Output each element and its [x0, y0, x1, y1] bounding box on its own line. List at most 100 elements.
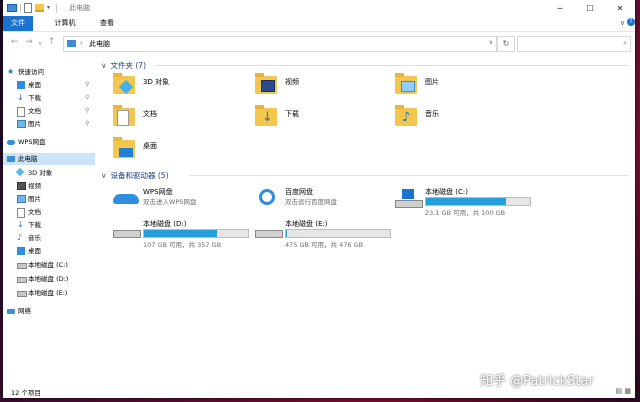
forward-arrow-icon[interactable]: →: [25, 37, 33, 47]
address-bar[interactable]: › 此电脑 ∨: [63, 36, 497, 52]
watermark: 知乎 @PatrickStar: [480, 374, 594, 389]
view-toggle-icons[interactable]: ▤ ▦: [616, 387, 631, 395]
capacity-bar: [425, 197, 531, 206]
sidebar-item[interactable]: ★ 快速访问: [7, 66, 93, 78]
drive-item[interactable]: 百度网盘 双击运行百度网盘: [245, 184, 385, 218]
expand-ribbon-icon[interactable]: ∨: [620, 19, 625, 27]
refresh-button[interactable]: ↻: [497, 36, 515, 52]
sidebar-item[interactable]: 图片 ⚲: [17, 118, 93, 130]
sidebar-item-label: 文档: [28, 208, 41, 216]
drive-item[interactable]: WPS网盘 双击进入WPS网盘: [103, 184, 243, 218]
sidebar-item[interactable]: 3D 对象: [15, 167, 93, 179]
drive-icon: [17, 291, 27, 297]
drive-icon: [113, 230, 141, 238]
sidebar-item[interactable]: WPS网盘: [7, 136, 93, 148]
folder-label: 视频: [285, 78, 299, 86]
sidebar-item[interactable]: 网络: [7, 305, 93, 317]
drive-item[interactable]: 本地磁盘 (C:) 23.1 GB 可用，共 100 GB: [385, 184, 531, 218]
sidebar-item[interactable]: 文档 ⚲: [17, 105, 93, 117]
maximize-button[interactable]: ☐: [575, 0, 605, 16]
folder-item[interactable]: 桌面: [103, 137, 243, 166]
recent-chevron-icon[interactable]: ∨: [38, 40, 42, 47]
folder-overlay-icon: [261, 80, 275, 92]
tab-view[interactable]: 查看: [95, 16, 119, 31]
folder-overlay-icon: [117, 110, 129, 126]
pin-icon[interactable]: ⚲: [85, 118, 89, 130]
folder-label: 音乐: [425, 110, 439, 118]
drive-item[interactable]: 本地磁盘 (E:) 475 GB 可用，共 476 GB: [245, 216, 391, 250]
devices-group-header[interactable]: ∨ 设备和驱动器 (5): [101, 170, 169, 181]
desktop-icon: [17, 247, 25, 255]
sidebar-item[interactable]: 本地磁盘 (E:): [17, 287, 93, 299]
folder-overlay-icon: [401, 81, 415, 92]
folder-item[interactable]: ↓ 下载: [245, 105, 385, 134]
chevron-down-icon[interactable]: ∨: [489, 39, 493, 46]
drive-icon: [17, 263, 27, 269]
network-icon: [7, 309, 15, 314]
new-folder-icon[interactable]: [35, 4, 44, 12]
sidebar-item[interactable]: 桌面 ⚲: [17, 79, 93, 91]
folders-group-header[interactable]: ∨ 文件夹 (7): [101, 60, 146, 71]
sidebar-item[interactable]: 本地磁盘 (C:): [17, 259, 93, 271]
search-input[interactable]: ⌕: [517, 36, 631, 52]
folder-overlay-icon: ↓: [262, 110, 273, 125]
folder-item[interactable]: 3D 对象: [103, 73, 243, 102]
folder-label: 文档: [143, 110, 157, 118]
group-title: 文件夹 (7): [110, 61, 147, 70]
folder-overlay-icon: [119, 148, 133, 157]
sidebar-item[interactable]: 文档: [17, 206, 93, 218]
pin-icon[interactable]: ⚲: [85, 79, 89, 91]
up-arrow-icon[interactable]: ↑: [48, 37, 56, 47]
sidebar-item[interactable]: ↓ 下载 ⚲: [17, 92, 93, 104]
properties-icon[interactable]: [24, 3, 32, 13]
sidebar-item[interactable]: 视频: [17, 180, 93, 192]
folder-item[interactable]: ♪ 音乐: [385, 105, 525, 134]
chevron-down-icon[interactable]: ▾: [47, 4, 53, 13]
document-icon: [17, 208, 25, 218]
computer-icon: [7, 156, 15, 162]
pin-icon[interactable]: ⚲: [85, 105, 89, 117]
folder-item[interactable]: 视频: [245, 73, 385, 102]
group-title: 设备和驱动器 (5): [110, 171, 169, 180]
help-icon[interactable]: ?: [627, 18, 635, 26]
folder-item[interactable]: 图片: [385, 73, 525, 102]
sidebar-item-label: 图片: [28, 120, 41, 128]
download-icon: ↓: [17, 220, 24, 229]
back-arrow-icon[interactable]: ←: [11, 37, 19, 47]
chevron-down-icon[interactable]: ∨: [101, 171, 107, 180]
divider: [20, 3, 21, 13]
picture-icon: [17, 120, 26, 128]
sidebar-item[interactable]: 此电脑: [3, 153, 95, 165]
sidebar-item[interactable]: 本地磁盘 (D:): [17, 273, 93, 285]
folder-label: 下载: [285, 110, 299, 118]
minimize-button[interactable]: ─: [545, 0, 575, 16]
tab-computer[interactable]: 计算机: [45, 16, 85, 31]
drive-size: 23.1 GB 可用，共 100 GB: [425, 209, 506, 217]
sidebar-item[interactable]: 图片: [17, 193, 93, 205]
search-icon: ⌕: [623, 39, 627, 47]
capacity-bar: [285, 229, 391, 238]
breadcrumb-chevron-icon[interactable]: ›: [80, 39, 83, 47]
folder-label: 图片: [425, 78, 439, 86]
folder-item[interactable]: 文档: [103, 105, 243, 134]
sidebar-item[interactable]: ♪ 音乐: [17, 232, 93, 244]
sidebar-item-label: 音乐: [28, 234, 41, 242]
close-button[interactable]: ✕: [605, 0, 635, 16]
drive-name: 本地磁盘 (D:): [143, 220, 187, 228]
address-row: ← → ∨ ↑ › 此电脑 ∨ ↻ ⌕: [3, 32, 635, 54]
drive-icon: [17, 277, 27, 283]
download-icon: ↓: [17, 93, 24, 102]
chevron-down-icon[interactable]: ∨: [101, 61, 107, 70]
breadcrumb[interactable]: 此电脑: [89, 39, 110, 49]
sidebar-item-label: 文档: [28, 107, 41, 115]
tab-file[interactable]: 文件: [3, 16, 33, 31]
drive-item[interactable]: 本地磁盘 (D:) 107 GB 可用，共 357 GB: [103, 216, 249, 250]
sidebar-item-label: 此电脑: [18, 155, 38, 163]
sidebar-item-label: 本地磁盘 (E:): [28, 289, 68, 297]
sidebar-item[interactable]: ↓ 下载: [17, 219, 93, 231]
3d-objects-icon: [15, 167, 25, 177]
item-count: 12 个项目: [11, 389, 41, 397]
sidebar-item[interactable]: 桌面: [17, 245, 93, 257]
pin-icon[interactable]: ⚲: [85, 92, 89, 104]
content-area: ∨ 文件夹 (7) ∨ 设备和驱动器 (5) 3D 对象 视频 图片 文档 ↓ 下载 ♪ 音乐 桌面…: [97, 58, 635, 384]
